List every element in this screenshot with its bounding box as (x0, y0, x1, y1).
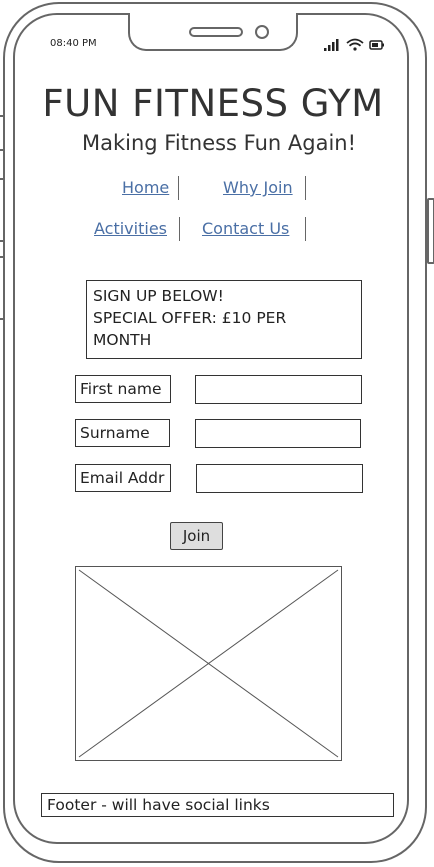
offer-line: SIGN UP BELOW! (93, 287, 224, 305)
join-button[interactable]: Join (170, 522, 223, 550)
image-placeholder (75, 566, 342, 761)
status-time: 08:40 PM (50, 38, 97, 49)
speaker-grille (189, 27, 243, 37)
nav-divider (178, 176, 179, 200)
page-subtitle: Making Fitness Fun Again! (81, 131, 357, 155)
first-name-label: First name (75, 375, 171, 403)
footer: Footer - will have social links (41, 793, 394, 817)
side-button-volume-down (0, 256, 5, 320)
offer-line: SPECIAL OFFER: £10 PER (93, 309, 287, 327)
surname-field[interactable] (195, 419, 361, 448)
nav-link-activities[interactable]: Activities (94, 219, 167, 238)
special-offer-box: SIGN UP BELOW! SPECIAL OFFER: £10 PER MO… (86, 280, 362, 359)
nav-divider (305, 217, 306, 241)
page-title: FUN FITNESS GYM (42, 82, 384, 125)
email-label: Email Addr (75, 464, 171, 492)
first-name-field[interactable] (195, 375, 362, 404)
nav-divider (179, 217, 180, 241)
email-field[interactable] (196, 464, 363, 493)
surname-label: Surname (75, 419, 170, 447)
offer-line: MONTH (93, 331, 152, 349)
signal-icon (324, 39, 339, 51)
side-button-power (427, 198, 434, 264)
nav-link-home[interactable]: Home (122, 178, 169, 197)
battery-icon (369, 40, 384, 50)
camera-icon (255, 25, 269, 39)
nav-link-contact-us[interactable]: Contact Us (202, 219, 289, 238)
wifi-icon (346, 38, 364, 51)
nav-link-why-join[interactable]: Why Join (223, 178, 293, 197)
side-button-volume-up (0, 178, 5, 242)
status-icons (324, 37, 386, 57)
nav-divider (305, 176, 306, 200)
